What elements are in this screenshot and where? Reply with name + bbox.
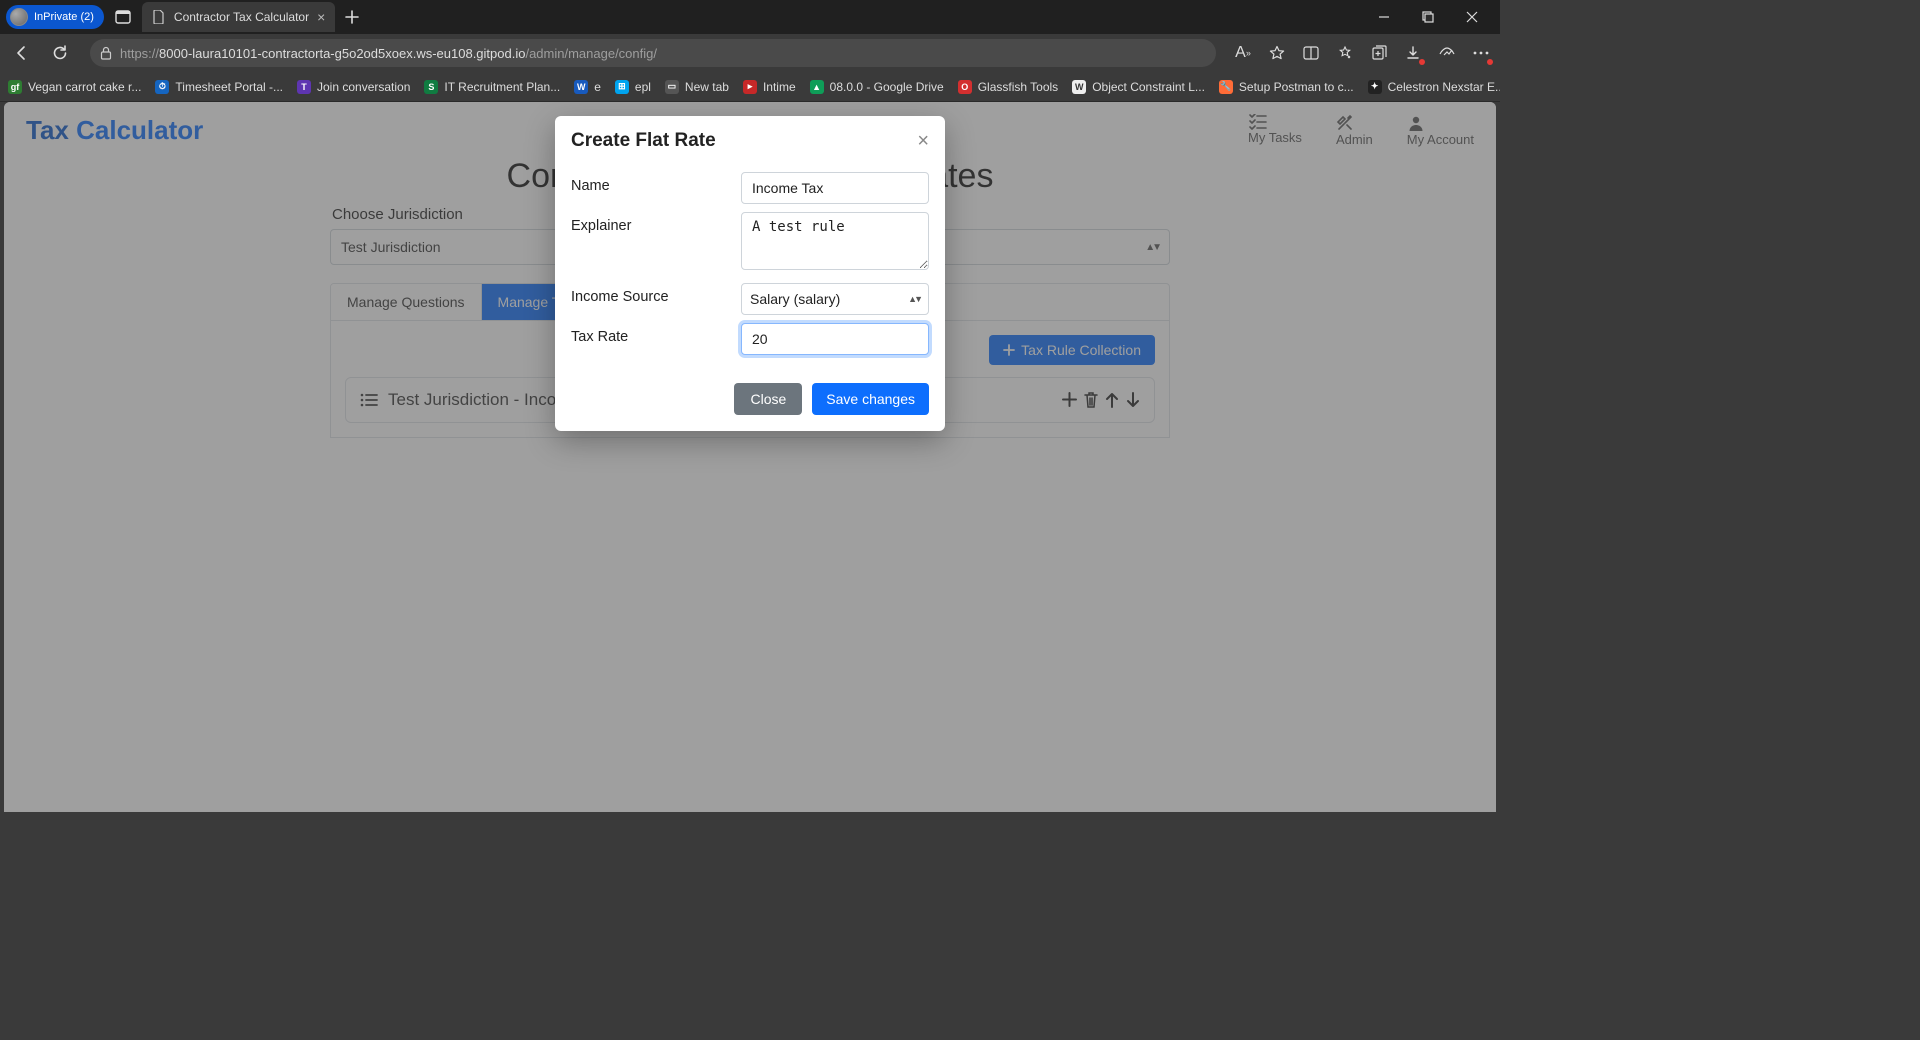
- bookmark-label: e: [594, 80, 601, 94]
- split-screen-icon[interactable]: [1300, 42, 1322, 64]
- tax-rate-input[interactable]: [741, 323, 929, 355]
- lock-icon: [100, 46, 112, 60]
- bookmark-label: IT Recruitment Plan...: [444, 80, 560, 94]
- new-tab-button[interactable]: [339, 4, 365, 30]
- downloads-icon[interactable]: [1402, 42, 1424, 64]
- browser-window: InPrivate (2) Contractor Tax Calculator …: [0, 0, 1500, 102]
- bookmark-item[interactable]: ⏱ Timesheet Portal -...: [155, 80, 283, 94]
- explainer-label: Explainer: [571, 212, 741, 234]
- explainer-textarea[interactable]: [741, 212, 929, 270]
- income-source-select[interactable]: Salary (salary) ▲▼: [741, 283, 929, 315]
- inprivate-indicator[interactable]: InPrivate (2): [6, 5, 104, 29]
- bookmark-item[interactable]: ✦ Celestron Nexstar E...: [1368, 80, 1500, 94]
- bookmark-item[interactable]: S IT Recruitment Plan...: [424, 80, 560, 94]
- bookmark-label: Intime: [763, 80, 796, 94]
- url-text: https://8000-laura10101-contractorta-g5o…: [120, 46, 657, 61]
- bookmark-favicon: ⏱: [155, 80, 169, 94]
- window-controls: [1362, 2, 1494, 32]
- income-source-label: Income Source: [571, 283, 741, 305]
- bookmark-item[interactable]: gf Vegan carrot cake r...: [8, 80, 141, 94]
- bookmark-favicon: gf: [8, 80, 22, 94]
- back-button[interactable]: [8, 39, 36, 67]
- bookmark-favicon: ▸: [743, 80, 757, 94]
- tax-rate-label: Tax Rate: [571, 323, 741, 345]
- bookmark-label: Object Constraint L...: [1092, 80, 1205, 94]
- bookmark-item[interactable]: 🔧 Setup Postman to c...: [1219, 80, 1354, 94]
- file-icon: [152, 10, 166, 24]
- chevron-updown-icon: ▲▼: [908, 294, 920, 304]
- toolbar-right-icons: A»: [1232, 42, 1492, 64]
- close-tab-icon[interactable]: ×: [317, 10, 325, 24]
- bookmark-label: Celestron Nexstar E...: [1388, 80, 1500, 94]
- bookmark-label: Join conversation: [317, 80, 410, 94]
- bookmark-item[interactable]: T Join conversation: [297, 80, 410, 94]
- collections-icon[interactable]: [1368, 42, 1390, 64]
- bookmark-favicon: S: [424, 80, 438, 94]
- bookmark-label: New tab: [685, 80, 729, 94]
- bookmarks-bar: gf Vegan carrot cake r... ⏱ Timesheet Porta…: [0, 72, 1500, 102]
- bookmark-label: Setup Postman to c...: [1239, 80, 1354, 94]
- refresh-button[interactable]: [46, 39, 74, 67]
- bookmark-favicon: T: [297, 80, 311, 94]
- bookmark-item[interactable]: ⊞ epl: [615, 80, 651, 94]
- close-icon[interactable]: ×: [917, 131, 929, 151]
- name-input[interactable]: [741, 172, 929, 204]
- bookmark-item[interactable]: ▸ Intime: [743, 80, 796, 94]
- bookmark-item[interactable]: W Object Constraint L...: [1072, 80, 1205, 94]
- bookmark-favicon: W: [1072, 80, 1086, 94]
- minimize-button[interactable]: [1362, 2, 1406, 32]
- viewport: Tax Calculator My Tasks Admin My Account…: [4, 102, 1496, 812]
- close-window-button[interactable]: [1450, 2, 1494, 32]
- bookmark-item[interactable]: We: [574, 80, 601, 94]
- bookmark-label: Glassfish Tools: [978, 80, 1058, 94]
- save-button[interactable]: Save changes: [812, 383, 929, 415]
- income-source-value: Salary (salary): [750, 291, 840, 307]
- nav-toolbar: https://8000-laura10101-contractorta-g5o…: [0, 34, 1500, 72]
- bookmark-favicon: ⊞: [615, 80, 629, 94]
- bookmark-label: Vegan carrot cake r...: [28, 80, 141, 94]
- bookmark-item[interactable]: ▲ 08.0.0 - Google Drive: [810, 80, 944, 94]
- bookmark-label: epl: [635, 80, 651, 94]
- bookmark-item[interactable]: O Glassfish Tools: [958, 80, 1058, 94]
- bookmark-favicon: ▲: [810, 80, 824, 94]
- favorites-menu-icon[interactable]: [1334, 42, 1356, 64]
- bookmark-label: 08.0.0 - Google Drive: [830, 80, 944, 94]
- bookmark-label: Timesheet Portal -...: [175, 80, 283, 94]
- tab-title: Contractor Tax Calculator: [174, 10, 309, 24]
- bookmark-favicon: ✦: [1368, 80, 1382, 94]
- read-aloud-icon[interactable]: A»: [1232, 42, 1254, 64]
- close-button[interactable]: Close: [734, 383, 802, 415]
- avatar: [10, 8, 28, 26]
- bookmark-favicon: 🔧: [1219, 80, 1233, 94]
- more-menu-icon[interactable]: [1470, 42, 1492, 64]
- tab-strip: InPrivate (2) Contractor Tax Calculator …: [0, 0, 1500, 34]
- bookmark-favicon: O: [958, 80, 972, 94]
- bookmark-item[interactable]: ▭ New tab: [665, 80, 729, 94]
- favorite-icon[interactable]: [1266, 42, 1288, 64]
- tab-overview-icon[interactable]: [112, 6, 134, 28]
- bookmark-favicon: W: [574, 80, 588, 94]
- bookmark-favicon: ▭: [665, 80, 679, 94]
- modal-title: Create Flat Rate: [571, 130, 716, 152]
- address-bar[interactable]: https://8000-laura10101-contractorta-g5o…: [90, 39, 1216, 67]
- create-flat-rate-modal: Create Flat Rate × Name Explainer Income…: [555, 116, 945, 431]
- maximize-button[interactable]: [1406, 2, 1450, 32]
- browser-tab[interactable]: Contractor Tax Calculator ×: [142, 2, 335, 32]
- name-label: Name: [571, 172, 741, 194]
- inprivate-label: InPrivate (2): [34, 11, 94, 23]
- performance-icon[interactable]: [1436, 42, 1458, 64]
